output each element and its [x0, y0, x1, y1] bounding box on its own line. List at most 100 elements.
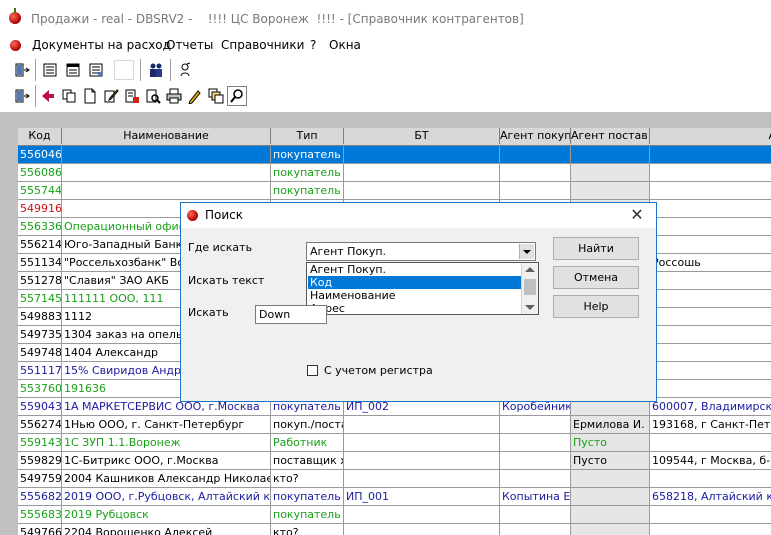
cancel-button[interactable]: Отмена [553, 266, 639, 289]
cell-type[interactable]: кто? [271, 470, 344, 488]
cell-code[interactable]: 556336 [18, 218, 62, 236]
cell-supplier-agent[interactable]: Пусто [571, 452, 650, 470]
cell-code[interactable]: 551117 [18, 362, 62, 380]
cell-buyer-agent[interactable] [500, 416, 571, 434]
menu-help[interactable]: ? [310, 38, 316, 52]
cell-code[interactable]: 549759 [18, 470, 62, 488]
cell-buyer-agent[interactable] [500, 452, 571, 470]
cell-code[interactable]: 549916 [18, 200, 62, 218]
cell-buyer-agent[interactable] [500, 524, 571, 535]
cell-supplier-agent[interactable] [571, 488, 650, 506]
cell-address[interactable] [650, 326, 771, 344]
cell-code[interactable]: 557145 [18, 290, 62, 308]
cell-code[interactable]: 556046 [18, 146, 62, 164]
column-header-address[interactable]: Адр [650, 128, 771, 144]
cell-buyer-agent[interactable] [500, 146, 571, 164]
cell-type[interactable]: Работник [271, 434, 344, 452]
table-row[interactable]: 555744 покупатель [18, 182, 771, 200]
cell-code[interactable]: 549735 [18, 326, 62, 344]
cell-code[interactable]: 556214 [18, 236, 62, 254]
cell-address[interactable] [650, 290, 771, 308]
users-icon[interactable] [146, 60, 166, 80]
column-header-type[interactable]: Тип [271, 128, 344, 144]
dropdown-option[interactable]: Адрес [308, 302, 522, 314]
exit-door-icon[interactable] [12, 60, 32, 80]
dropdown-option[interactable]: Агент Покуп. [308, 263, 522, 276]
cell-code[interactable]: 553760 [18, 380, 62, 398]
cell-address[interactable]: 658218, Алтайский край [650, 488, 771, 506]
column-header-buyer-agent[interactable]: Агент покуп. [500, 128, 571, 144]
cell-address[interactable] [650, 506, 771, 524]
scroll-down-icon[interactable] [525, 305, 535, 310]
cell-address[interactable] [650, 236, 771, 254]
pen-icon[interactable] [185, 86, 205, 106]
cell-code[interactable]: 559143 [18, 434, 62, 452]
menu-reports[interactable]: Отчеты [166, 38, 213, 52]
where-dropdown-list[interactable]: Агент Покуп. Код Наименование Адрес [306, 262, 539, 315]
cell-name[interactable] [62, 182, 271, 200]
table-row[interactable]: 556274 1Нью ООО, г. Санкт-Петербург покуп.… [18, 416, 771, 434]
menu-directories[interactable]: Справочники [221, 38, 304, 52]
cell-name[interactable]: 1С-Битрикс ООО, г.Москва [62, 452, 271, 470]
document-list-icon[interactable] [40, 60, 60, 80]
cell-supplier-agent[interactable] [571, 506, 650, 524]
table-row[interactable]: 559143 1С ЗУП 1.1.Воронеж Работник Пусто [18, 434, 771, 452]
cell-code[interactable]: 559043 [18, 398, 62, 416]
app-apple-icon[interactable] [9, 8, 21, 24]
column-header-name[interactable]: Наименование [62, 128, 271, 144]
copy-stack-icon[interactable] [206, 86, 226, 106]
back-arrow-icon[interactable] [38, 86, 58, 106]
cell-address[interactable] [650, 524, 771, 535]
document-list-icon[interactable] [63, 60, 83, 80]
cell-name[interactable]: 1С ЗУП 1.1.Воронеж [62, 434, 271, 452]
cell-name[interactable]: 2019 Рубцовск [62, 506, 271, 524]
cell-code[interactable]: 559829 [18, 452, 62, 470]
scroll-thumb[interactable] [524, 279, 536, 295]
cell-code[interactable]: 549766 [18, 524, 62, 535]
scroll-up-icon[interactable] [525, 267, 535, 272]
cell-supplier-agent[interactable]: Пусто [571, 434, 650, 452]
cell-address[interactable] [650, 164, 771, 182]
cell-type[interactable]: кто? [271, 524, 344, 535]
cell-supplier-agent[interactable]: Ермилова И. В [571, 416, 650, 434]
cell-buyer-agent[interactable] [500, 434, 571, 452]
find-icon[interactable] [227, 86, 247, 106]
table-row-selected[interactable]: 556046 покупатель [18, 146, 771, 164]
cell-address[interactable] [650, 272, 771, 290]
copy-icon[interactable] [59, 86, 79, 106]
table-row[interactable]: 556086 покупатель [18, 164, 771, 182]
table-row[interactable]: 559829 1С-Битрикс ООО, г.Москва поставщик … [18, 452, 771, 470]
menu-windows[interactable]: Окна [329, 38, 361, 52]
cell-type[interactable]: покупатель [271, 506, 344, 524]
mdi-child-apple-icon[interactable] [10, 40, 21, 51]
menu-documents[interactable]: Документы на расход [32, 38, 171, 52]
cell-supplier-agent[interactable] [571, 164, 650, 182]
cell-supplier-agent[interactable] [571, 146, 650, 164]
cell-bt[interactable]: ИП_001 [344, 488, 500, 506]
dropdown-option-selected[interactable]: Код [308, 276, 522, 289]
export-icon[interactable] [122, 86, 142, 106]
cell-address[interactable] [650, 344, 771, 362]
chevron-down-icon[interactable] [519, 244, 534, 259]
cell-code[interactable]: 556274 [18, 416, 62, 434]
cell-code[interactable]: 555744 [18, 182, 62, 200]
cell-code[interactable]: 551278 [18, 272, 62, 290]
cell-bt[interactable] [344, 506, 500, 524]
column-header-code[interactable]: Код [18, 128, 62, 144]
cell-code[interactable]: 549883 [18, 308, 62, 326]
cell-buyer-agent[interactable] [500, 470, 571, 488]
cell-code[interactable]: 549748 [18, 344, 62, 362]
cell-name[interactable]: 2004 Кашников Александр Николаевич [62, 470, 271, 488]
dropdown-scrollbar[interactable] [521, 263, 538, 314]
cell-code[interactable]: 556086 [18, 164, 62, 182]
cell-supplier-agent[interactable] [571, 524, 650, 535]
cell-address[interactable] [650, 308, 771, 326]
cell-bt[interactable] [344, 452, 500, 470]
cell-buyer-agent[interactable]: Копытина Е.В [500, 488, 571, 506]
column-header-bt[interactable]: БТ [344, 128, 500, 144]
table-row[interactable]: 549766 2204 Ворошенко Алексей кто? [18, 524, 771, 535]
cell-address[interactable] [650, 362, 771, 380]
cell-address[interactable]: 600007, Владимирская [650, 398, 771, 416]
cell-supplier-agent[interactable] [571, 182, 650, 200]
cell-bt[interactable] [344, 470, 500, 488]
